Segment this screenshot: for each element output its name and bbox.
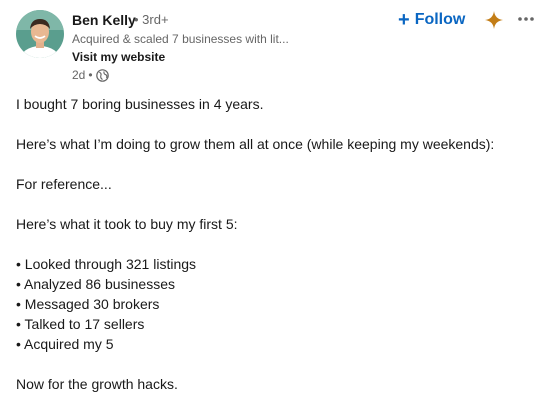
post-text-line: Here’s what it took to buy my first 5: [16,216,238,232]
post-text-line: Now for the growth hacks. [16,376,178,392]
connection-degree: • 3rd+ [134,12,169,27]
author-headline[interactable]: Acquired & scaled 7 businesses with lit.… [72,31,292,47]
post-text-line: • Acquired my 5 [16,336,114,352]
follow-label: Follow [414,11,466,28]
author-name[interactable]: Ben Kelly [72,11,136,29]
globe-icon [95,68,109,82]
post-text-line: • Messaged 30 brokers [16,296,160,312]
author-avatar[interactable] [16,10,64,58]
post-meta: 2d • [72,67,109,83]
feed-post: Ben Kelly • 3rd+ Acquired & scaled 7 bus… [0,0,552,400]
post-text-line: • Analyzed 86 businesses [16,276,176,292]
follow-button[interactable]: + Follow [398,8,465,32]
post-time: 2d [72,68,86,82]
post-text-line: I bought 7 boring businesses in 4 years. [16,96,264,112]
visit-website-link[interactable]: Visit my website [72,49,165,65]
post-body: I bought 7 boring businesses in 4 years.… [16,94,536,394]
post-text-line: For reference... [16,176,112,192]
post-text-line: • Looked through 321 listings [16,256,197,272]
meta-separator: • [88,68,93,82]
post-text-line: Here’s what I’m doing to grow them all a… [16,136,495,152]
more-options-icon[interactable] [517,11,535,27]
avatar-photo [16,10,64,58]
sparkle-icon[interactable] [484,10,504,30]
plus-icon: + [398,9,410,31]
post-text-line: • Talked to 17 sellers [16,316,145,332]
